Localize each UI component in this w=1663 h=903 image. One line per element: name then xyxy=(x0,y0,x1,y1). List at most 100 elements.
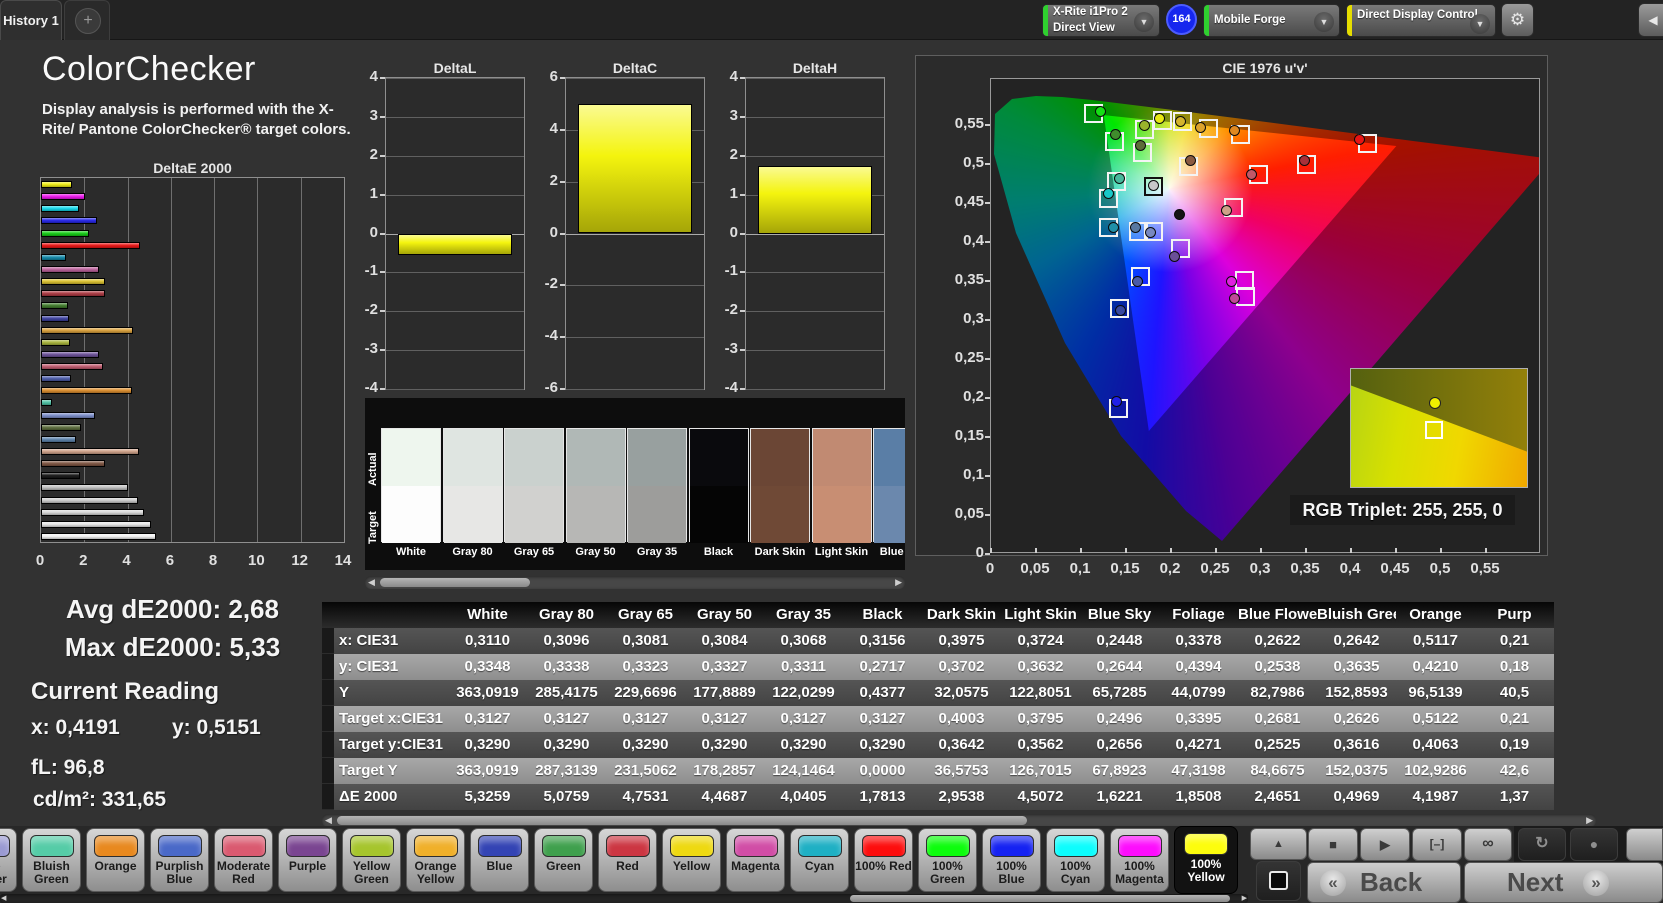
scroll-left-icon[interactable]: ◀ xyxy=(1,892,6,903)
cie-measured-yellow-green xyxy=(1139,120,1150,131)
refresh-button[interactable]: ↻ xyxy=(1518,828,1566,861)
pattern-window-button[interactable] xyxy=(1256,861,1301,901)
add-tab[interactable]: + xyxy=(64,0,110,40)
deltae-bar-white xyxy=(41,533,156,540)
pattern-swatch xyxy=(606,835,650,857)
y-tick-mark xyxy=(380,310,385,312)
pattern-swatch xyxy=(478,835,522,857)
pattern-button-bluish-green[interactable]: Bluish Green xyxy=(22,828,81,892)
pattern-button-blue[interactable]: Blue xyxy=(470,828,529,892)
pattern-button-green[interactable]: Green xyxy=(534,828,593,892)
pattern-swatch xyxy=(94,835,138,857)
pattern-button-100-yellow[interactable]: 100% Yellow xyxy=(1174,826,1238,894)
cie-y-tick-mark xyxy=(985,514,990,516)
table-cell: 0,3327 xyxy=(685,654,764,680)
y-tick-mark xyxy=(380,116,385,118)
table-row-target-x-cie31: Target x:CIE310,31270,31270,31270,31270,… xyxy=(322,706,1554,732)
comparison-patch-dark-skin xyxy=(750,428,810,542)
pattern-button-blue-flower[interactable]: Blue Flower xyxy=(0,828,17,892)
table-cell: 0,3795 xyxy=(1001,706,1080,732)
strip-scrollbar-thumb[interactable] xyxy=(380,578,530,587)
comparison-patch-gray-80 xyxy=(443,428,503,542)
table-cell: 2,4651 xyxy=(1238,784,1317,810)
y-tick-mark xyxy=(560,181,565,183)
workflow-dropdown[interactable]: Mobile Forge ▼ xyxy=(1203,4,1340,37)
x-tick-label: 12 xyxy=(288,552,312,569)
tab-history-1[interactable]: History 1 xyxy=(0,0,62,40)
pattern-button-orange-yellow[interactable]: Orange Yellow xyxy=(406,828,465,892)
pattern-swatch xyxy=(30,835,74,857)
table-cell: 4,7531 xyxy=(606,784,685,810)
scroll-right-icon[interactable]: ▶ xyxy=(1242,892,1247,903)
display-control-dropdown[interactable]: Direct Display Control ▼ xyxy=(1346,4,1496,37)
y-tick-label: -4 xyxy=(345,379,378,396)
window-pattern-icon xyxy=(1269,871,1288,890)
chevron-down-icon[interactable]: ▼ xyxy=(1470,14,1490,34)
stop-button[interactable]: ■ xyxy=(1308,828,1358,861)
actual-swatch xyxy=(382,429,440,486)
table-cell: 0,3110 xyxy=(448,628,527,654)
scroll-right-icon[interactable]: ▶ xyxy=(895,576,902,589)
gridline xyxy=(746,389,884,390)
cie-measured-100-red xyxy=(1354,134,1365,145)
table-cell: 0,3395 xyxy=(1159,706,1238,732)
table-cell: 0,3127 xyxy=(606,706,685,732)
cie-x-tick-mark xyxy=(1125,548,1127,553)
pattern-button-100-green[interactable]: 100% Green xyxy=(918,828,977,892)
pattern-strip-scrollbar-thumb[interactable] xyxy=(850,895,1230,902)
table-cell: 0,2622 xyxy=(1238,628,1317,654)
chevron-down-icon[interactable]: ▼ xyxy=(1314,12,1334,32)
pattern-button-100-magenta[interactable]: 100% Magenta xyxy=(1110,828,1169,892)
strip-scrollbar[interactable]: ◀ ▶ xyxy=(365,576,905,589)
deltae-bar-purplish-blue xyxy=(41,375,71,382)
meter-name: X-Rite i1Pro 2 xyxy=(1053,5,1128,21)
extra-transport-button[interactable] xyxy=(1626,828,1663,861)
table-cell: 47,3198 xyxy=(1159,758,1238,784)
pattern-button-red[interactable]: Red xyxy=(598,828,657,892)
table-cell: 82,7986 xyxy=(1238,680,1317,706)
cie-y-tick-label: 0,1 xyxy=(938,466,984,483)
pattern-button-yellow[interactable]: Yellow xyxy=(662,828,721,892)
cie-x-tick-mark xyxy=(1485,548,1487,553)
table-scrollbar-thumb[interactable] xyxy=(337,816,1027,825)
deltae-bar-foliage xyxy=(41,424,81,431)
pattern-button-yellow-green[interactable]: Yellow Green xyxy=(342,828,401,892)
pattern-button-purplish-blue[interactable]: Purplish Blue xyxy=(150,828,209,892)
deltae-bar-purple xyxy=(41,351,99,358)
pattern-swatch xyxy=(670,835,714,857)
settings-button[interactable]: ⚙ xyxy=(1501,3,1534,37)
pattern-strip-scrollbar[interactable]: ◀ ▶ xyxy=(0,894,1248,903)
next-button[interactable]: Next » xyxy=(1464,862,1663,903)
table-cell: 4,0405 xyxy=(764,784,843,810)
pattern-button-100-red[interactable]: 100% Red xyxy=(854,828,913,892)
pattern-swatch xyxy=(1184,833,1228,855)
pattern-button-magenta[interactable]: Magenta xyxy=(726,828,785,892)
pattern-button-100-cyan[interactable]: 100% Cyan xyxy=(1046,828,1105,892)
pattern-button-purple[interactable]: Purple xyxy=(278,828,337,892)
collapse-toolbar-button[interactable]: ◀ xyxy=(1638,3,1663,37)
pattern-button-orange[interactable]: Orange xyxy=(86,828,145,892)
pattern-button-cyan[interactable]: Cyan xyxy=(790,828,849,892)
step-button[interactable]: [–] xyxy=(1412,828,1462,861)
cie-y-tick-mark xyxy=(985,436,990,438)
pattern-button-moderate-red[interactable]: Moderate Red xyxy=(214,828,273,892)
meter-dropdown[interactable]: X-Rite i1Pro 2Direct View ▼ xyxy=(1042,4,1160,37)
record-button[interactable]: ● xyxy=(1570,828,1618,861)
table-cell: 0,4377 xyxy=(843,680,922,706)
chevron-down-icon[interactable]: ▼ xyxy=(1134,12,1154,32)
back-button[interactable]: « Back xyxy=(1307,862,1461,903)
pattern-label: Yellow xyxy=(663,860,720,873)
cie-y-tick-mark xyxy=(985,475,990,477)
scroll-left-icon[interactable]: ◀ xyxy=(368,576,375,589)
play-button[interactable]: ▶ xyxy=(1360,828,1410,861)
pattern-button-100-blue[interactable]: 100% Blue xyxy=(982,828,1041,892)
loop-button[interactable]: ∞ xyxy=(1464,828,1512,861)
table-row-gutter xyxy=(322,758,334,784)
y-tick-label: 1 xyxy=(705,185,738,202)
cie-x-tick-mark xyxy=(1350,548,1352,553)
table-cell: 1,8508 xyxy=(1159,784,1238,810)
pattern-up-button[interactable]: ▲ xyxy=(1250,828,1307,860)
add-tab-icon[interactable]: + xyxy=(75,8,101,34)
play-icon: ▶ xyxy=(1380,837,1390,852)
table-cell: 0,0000 xyxy=(843,758,922,784)
